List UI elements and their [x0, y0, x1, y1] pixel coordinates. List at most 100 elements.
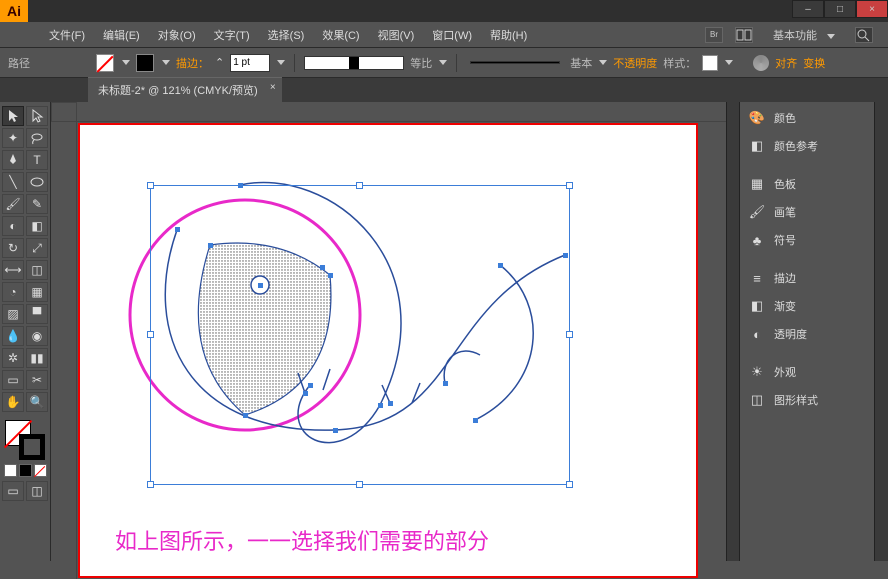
horizontal-ruler[interactable]: [77, 102, 726, 122]
menu-help[interactable]: 帮助(H): [481, 27, 536, 43]
pencil-tool[interactable]: ✎: [26, 194, 48, 214]
opacity-link[interactable]: 不透明度: [613, 55, 657, 71]
brush-dropdown[interactable]: [599, 60, 607, 65]
menu-object[interactable]: 对象(O): [149, 27, 205, 43]
panel-gradient[interactable]: ◧渐变: [740, 293, 874, 319]
slice-tool[interactable]: ✂: [26, 370, 48, 390]
bridge-icon[interactable]: Br: [705, 27, 723, 43]
free-transform-tool[interactable]: ◫: [26, 260, 48, 280]
direct-selection-tool[interactable]: [26, 106, 48, 126]
selection-bounding-box[interactable]: [150, 185, 570, 485]
stroke-dropdown[interactable]: [162, 60, 170, 65]
ruler-origin[interactable]: [51, 102, 77, 122]
app-logo: Ai: [0, 0, 28, 22]
style-swatch[interactable]: [702, 55, 718, 71]
window-minimize[interactable]: –: [792, 0, 824, 18]
gradient-icon: ◧: [748, 298, 766, 314]
symbols-icon: ♣: [748, 232, 766, 248]
panel-color-guide[interactable]: ◧颜色参考: [740, 133, 874, 159]
stroke-link[interactable]: 描边：: [176, 55, 209, 71]
lasso-tool[interactable]: [26, 128, 48, 148]
mesh-tool[interactable]: ▨: [2, 304, 24, 324]
line-tool[interactable]: ╲: [2, 172, 24, 192]
scale-tool[interactable]: ⤢: [26, 238, 48, 258]
paintbrush-tool[interactable]: 🖌: [2, 194, 24, 214]
panel-appearance[interactable]: ☀外观: [740, 359, 874, 385]
symbol-sprayer-tool[interactable]: ✲: [2, 348, 24, 368]
panel-swatches[interactable]: ▦色板: [740, 171, 874, 197]
panel-collapse-strip[interactable]: [726, 102, 740, 561]
selection-tool[interactable]: [2, 106, 24, 126]
menu-effect[interactable]: 效果(C): [313, 27, 368, 43]
menu-file[interactable]: 文件(F): [40, 27, 94, 43]
recolor-icon[interactable]: [753, 55, 769, 71]
style-dropdown[interactable]: [725, 60, 733, 65]
type-tool[interactable]: T: [26, 150, 48, 170]
window-close[interactable]: ×: [856, 0, 888, 18]
vertical-ruler[interactable]: [51, 122, 77, 579]
menu-window[interactable]: 窗口(W): [423, 27, 481, 43]
align-link[interactable]: 对齐: [775, 55, 797, 71]
zoom-tool[interactable]: 🔍: [26, 392, 48, 412]
workspace-switcher[interactable]: 基本功能: [765, 25, 843, 45]
fill-stroke-control[interactable]: [5, 420, 45, 460]
fill-swatch[interactable]: [96, 54, 114, 72]
shape-builder-tool[interactable]: ◔: [2, 282, 24, 302]
control-bar: 路径 描边： ⌃ 等比 基本 不透明度 样式： 对齐 变换: [0, 48, 888, 78]
artboard-tool[interactable]: ▭: [2, 370, 24, 390]
perspective-grid-tool[interactable]: ▦: [26, 282, 48, 302]
none-mode[interactable]: [34, 464, 47, 477]
fill-dropdown[interactable]: [122, 60, 130, 65]
transform-link[interactable]: 变换: [803, 55, 825, 71]
panel-graphic-styles[interactable]: ◫图形样式: [740, 387, 874, 413]
titlebar: Ai – □ ×: [0, 0, 888, 22]
draw-mode[interactable]: ◫: [26, 481, 48, 501]
eraser-tool[interactable]: ◧: [26, 216, 48, 236]
appearance-icon: ☀: [748, 364, 766, 380]
eyedropper-tool[interactable]: 💧: [2, 326, 24, 346]
profile-dropdown[interactable]: [439, 60, 447, 65]
hand-tool[interactable]: ✋: [2, 392, 24, 412]
style-label: 样式：: [663, 55, 696, 71]
menu-edit[interactable]: 编辑(E): [94, 27, 149, 43]
gradient-tool[interactable]: ▀: [26, 304, 48, 324]
artboard[interactable]: 如上图所示，一一选择我们需要的部分: [78, 123, 698, 578]
panel-brushes[interactable]: 🖌画笔: [740, 199, 874, 225]
panel-color[interactable]: 🎨颜色: [740, 105, 874, 131]
document-tab[interactable]: 未标题-2* @ 121% (CMYK/预览)×: [88, 77, 282, 102]
canvas[interactable]: 如上图所示，一一选择我们需要的部分: [77, 122, 726, 579]
swatches-icon: ▦: [748, 176, 766, 192]
profile-label: 等比: [410, 55, 432, 71]
search-icon[interactable]: [855, 27, 873, 43]
column-graph-tool[interactable]: ▮▮: [26, 348, 48, 368]
stroke-swatch[interactable]: [136, 54, 154, 72]
magic-wand-tool[interactable]: ✦: [2, 128, 24, 148]
panel-stroke[interactable]: ≡描边: [740, 265, 874, 291]
stroke-weight-input[interactable]: [230, 54, 270, 72]
arrange-icon[interactable]: [735, 27, 753, 43]
brush-label: 基本: [570, 55, 592, 71]
window-maximize[interactable]: □: [824, 0, 856, 18]
panel-transparency[interactable]: ◐透明度: [740, 321, 874, 347]
tab-close-icon[interactable]: ×: [270, 82, 276, 93]
color-mode[interactable]: [4, 464, 17, 477]
width-tool[interactable]: ⟷: [2, 260, 24, 280]
variable-width-profile[interactable]: [304, 56, 404, 70]
panel-symbols[interactable]: ♣符号: [740, 227, 874, 253]
graphic-styles-icon: ◫: [748, 392, 766, 408]
panel-dock-edge[interactable]: [874, 102, 888, 561]
rotate-tool[interactable]: ↻: [2, 238, 24, 258]
menu-type[interactable]: 文字(T): [205, 27, 259, 43]
rectangle-tool[interactable]: [26, 172, 48, 192]
stroke-icon: ≡: [748, 270, 766, 286]
gradient-mode[interactable]: [19, 464, 32, 477]
document-tabbar: 未标题-2* @ 121% (CMYK/预览)×: [0, 78, 888, 102]
menu-view[interactable]: 视图(V): [369, 27, 424, 43]
menu-select[interactable]: 选择(S): [259, 27, 314, 43]
weight-dropdown[interactable]: [277, 60, 285, 65]
pen-tool[interactable]: [2, 150, 24, 170]
brush-definition[interactable]: [470, 61, 560, 64]
screen-mode[interactable]: ▭: [2, 481, 24, 501]
blob-brush-tool[interactable]: ◐: [2, 216, 24, 236]
blend-tool[interactable]: ◉: [26, 326, 48, 346]
